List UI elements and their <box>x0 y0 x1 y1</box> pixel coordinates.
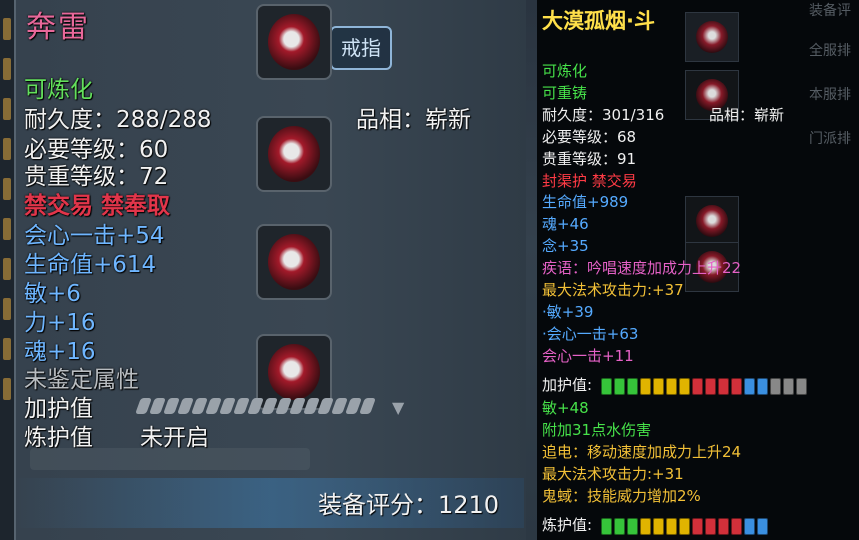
equipment-score: 装备评分：1210 <box>318 491 500 519</box>
gem-segment <box>692 518 703 535</box>
refine-gem-bar <box>601 518 768 535</box>
skill-chase-lightning: 追电：移动速度加成力上升24 <box>542 443 742 461</box>
gem-segment <box>770 378 781 395</box>
gem-segment <box>757 378 768 395</box>
item-gem-icon <box>696 21 728 53</box>
level-requirement: 必要等级：60 <box>24 137 169 163</box>
gem-segment <box>679 518 690 535</box>
guard-value-label: 加护值 <box>24 396 93 422</box>
gem-segment <box>627 518 638 535</box>
stat-agility-2: 敏+48 <box>542 399 589 417</box>
menu-sect-rank[interactable]: 门派排 <box>809 128 851 148</box>
gem-segment <box>718 518 729 535</box>
stat-max-magic-attack-2: 最大法术攻击力:+31 <box>542 465 684 483</box>
gem-segment <box>705 518 716 535</box>
unidentified-attribute: 未鉴定属性 <box>24 367 139 393</box>
gem-segment <box>731 378 742 395</box>
menu-local-rank[interactable]: 本服排 <box>809 84 851 104</box>
refinable-label: 可炼化 <box>542 62 588 80</box>
gem-segment <box>744 518 755 535</box>
trade-restriction: 封渠护 禁交易 <box>542 172 637 190</box>
gem-segment <box>627 378 638 395</box>
gem-segment <box>601 518 612 535</box>
item-icon[interactable] <box>685 12 739 62</box>
water-damage: 附加31点水伤害 <box>542 421 652 439</box>
gem-segment <box>757 518 768 535</box>
stat-soul: 魂+46 <box>542 215 589 233</box>
gem-segment <box>614 378 625 395</box>
item-slot[interactable] <box>256 116 332 192</box>
gem-segment <box>731 518 742 535</box>
dropdown-arrow-icon[interactable]: ▼ <box>392 398 404 417</box>
stat-agility: ·敏+39 <box>542 303 594 321</box>
item-gem-icon <box>696 205 728 237</box>
menu-server-rank[interactable]: 全服排 <box>809 40 851 60</box>
slot-tag-ring: 戒指 <box>330 26 392 70</box>
guard-value-bar <box>135 398 376 414</box>
left-edge-decoration <box>0 0 14 540</box>
level-requirement: 必要等级：68 <box>542 128 637 146</box>
gem-segment <box>705 378 716 395</box>
value-level: 贵重等级：91 <box>542 150 637 168</box>
stat-max-magic-attack: 最大法术攻击力:+37 <box>542 281 684 299</box>
guard-value-label: 加护值: <box>542 376 593 394</box>
stat-crit-extra: 会心一击+11 <box>542 347 634 365</box>
skill-ghost-realm: 鬼蜮：技能威力增加2% <box>542 487 701 505</box>
gem-segment <box>653 378 664 395</box>
gem-segment <box>679 378 690 395</box>
stat-mind: 念+35 <box>542 237 589 255</box>
refinable-label: 可炼化 <box>24 77 93 103</box>
gem-segment <box>640 518 651 535</box>
recastable-label: 可重铸 <box>542 84 588 102</box>
gem-segment <box>783 378 794 395</box>
gem-segment <box>614 518 625 535</box>
stat-soul: 魂+16 <box>24 339 96 365</box>
gem-segment <box>666 378 677 395</box>
ring-gem-icon <box>268 344 320 400</box>
blurred-text-row <box>30 448 310 470</box>
ring-gem-icon <box>268 14 320 70</box>
stat-hp: 生命值+989 <box>542 193 629 211</box>
durability-text: 耐久度：301/316 <box>542 106 665 124</box>
ring-gem-icon <box>268 234 320 290</box>
skill-swift-chant: 疾语：吟唱速度加成力上升22 <box>542 259 742 277</box>
refine-guard-label: 炼护值: <box>542 516 593 534</box>
gem-segment <box>796 378 807 395</box>
trade-restriction: 禁交易 禁奉取 <box>24 193 171 219</box>
ring-gem-icon <box>268 126 320 182</box>
gem-segment <box>653 518 664 535</box>
gem-segment <box>601 378 612 395</box>
stat-crit: ·会心一击+63 <box>542 325 639 343</box>
stat-strength: 力+16 <box>24 310 96 336</box>
stat-crit: 会心一击+54 <box>24 223 165 249</box>
stat-agility: 敏+6 <box>24 281 81 307</box>
item-slot[interactable] <box>256 224 332 300</box>
menu-equip-score[interactable]: 装备评 <box>809 0 851 20</box>
appearance-text: 品相：崭新 <box>356 107 471 133</box>
item-title: 大漠孤烟·斗 <box>542 9 655 33</box>
gem-segment <box>666 518 677 535</box>
appearance-text: 品相：崭新 <box>709 106 785 124</box>
gem-segment <box>692 378 703 395</box>
value-level: 贵重等级：72 <box>24 164 169 190</box>
gem-segment <box>718 378 729 395</box>
stat-hp: 生命值+614 <box>24 252 157 278</box>
guard-gem-bar <box>601 378 807 395</box>
right-tooltip-panel: 大漠孤烟·斗 装备评 全服排 本服排 门派排 可炼化 可重铸 耐久度：301/3… <box>537 0 859 540</box>
gem-segment <box>640 378 651 395</box>
item-title: 奔雷 <box>26 10 90 45</box>
durability-text: 耐久度：288/288 <box>24 107 212 133</box>
item-icon[interactable] <box>685 196 739 246</box>
item-slot[interactable] <box>256 4 332 80</box>
gem-segment <box>744 378 755 395</box>
left-tooltip-panel: 奔雷 戒指 可炼化 耐久度：288/288 品相：崭新 必要等级：60 贵重等级… <box>0 0 537 540</box>
